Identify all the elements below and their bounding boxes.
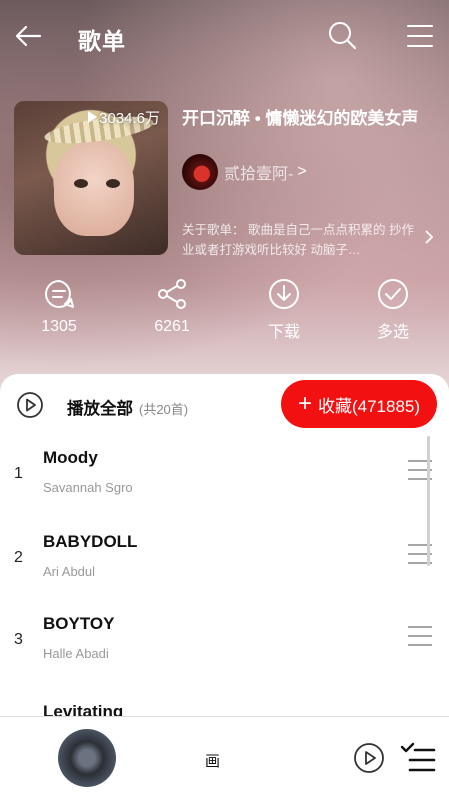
play-count: 3034.6万 xyxy=(88,107,160,128)
song-artist: Ari Abdul xyxy=(43,564,96,579)
song-row[interactable]: 2 BABYDOLL Ari Abdul xyxy=(0,516,449,598)
share-button[interactable]: 6261 xyxy=(132,278,212,336)
share-icon xyxy=(158,279,186,309)
song-row[interactable]: Levitating xyxy=(0,686,449,716)
song-index: 1 xyxy=(14,465,23,482)
creator-avatar[interactable] xyxy=(182,154,218,190)
playlist-queue-icon[interactable] xyxy=(400,742,436,779)
song-title: BOYTOY xyxy=(43,614,115,633)
back-arrow-icon[interactable] xyxy=(14,22,42,55)
download-icon xyxy=(269,279,299,309)
song-artist: Halle Abadi xyxy=(43,646,109,661)
menu-icon[interactable] xyxy=(407,24,433,53)
download-label: 下载 xyxy=(267,324,300,341)
song-artist: Savannah Sgro xyxy=(43,480,133,495)
multi-select-label: 多选 xyxy=(376,324,409,341)
mini-player-cover[interactable] xyxy=(58,729,116,787)
song-row[interactable]: 3 BOYTOY Halle Abadi xyxy=(0,598,449,680)
song-list-panel: 播放全部 (共20首) + 收藏(471885) 1 Moody Savanna… xyxy=(0,374,449,716)
share-count: 6261 xyxy=(154,318,190,335)
creator-name: 贰拾壹阿- xyxy=(224,166,294,183)
play-icon[interactable] xyxy=(353,742,385,779)
collect-label: 收藏(471885) xyxy=(317,396,421,416)
page-title: 歌单 xyxy=(78,28,126,54)
mini-player[interactable]: 画 xyxy=(0,716,449,798)
search-icon[interactable] xyxy=(327,20,357,55)
creator-link[interactable]: 贰拾壹阿- > xyxy=(182,154,307,190)
song-row[interactable]: 1 Moody Savannah Sgro xyxy=(0,432,449,514)
playlist-header-background: 歌单 3034.6万 开口沉醉 • 慵懒迷幻的欧美女声 贰拾壹阿- > 关于歌单… xyxy=(0,0,449,400)
song-count: (共20首) xyxy=(139,402,189,417)
cover-eye xyxy=(74,179,88,188)
play-count-icon xyxy=(88,111,98,123)
download-button[interactable]: 下载 xyxy=(244,278,324,342)
play-count-value: 3034.6万 xyxy=(99,110,160,127)
playlist-cover[interactable]: 3034.6万 xyxy=(14,101,168,255)
song-index: 2 xyxy=(14,549,23,566)
multi-select-icon xyxy=(378,279,408,309)
cover-face xyxy=(54,141,134,236)
playlist-description[interactable]: 关于歌单： 歌曲是自己一点点积累的 抄作业或者打游戏听比较好 动脑子… xyxy=(182,220,422,260)
multi-select-button[interactable]: 多选 xyxy=(353,278,433,342)
play-all-label[interactable]: 播放全部 xyxy=(67,395,133,419)
playlist-title: 开口沉醉 • 慵懒迷幻的欧美女声 xyxy=(182,109,419,128)
play-all-row[interactable]: 播放全部 (共20首) + 收藏(471885) xyxy=(0,374,449,432)
comment-icon xyxy=(45,280,74,308)
play-circle-icon[interactable] xyxy=(16,391,44,424)
chevron-right-icon[interactable] xyxy=(424,229,434,250)
comment-count: 1305 xyxy=(41,318,77,335)
cover-eye xyxy=(106,179,120,188)
song-title: Levitating xyxy=(43,702,124,716)
more-options-icon[interactable] xyxy=(407,625,433,652)
song-title: Moody xyxy=(43,448,98,467)
plus-icon: + xyxy=(297,390,312,417)
song-index: 3 xyxy=(14,631,23,648)
mini-player-title: 画 xyxy=(205,753,221,770)
scrollbar[interactable] xyxy=(427,436,430,566)
action-row: 1305 6261 下载 多选 xyxy=(0,278,449,342)
chevron-right-icon: > xyxy=(297,163,307,180)
collect-button[interactable]: + 收藏(471885) xyxy=(281,380,437,428)
top-bar: 歌单 xyxy=(0,6,449,66)
comment-button[interactable]: 1305 xyxy=(19,278,99,336)
song-title: BABYDOLL xyxy=(43,532,138,551)
